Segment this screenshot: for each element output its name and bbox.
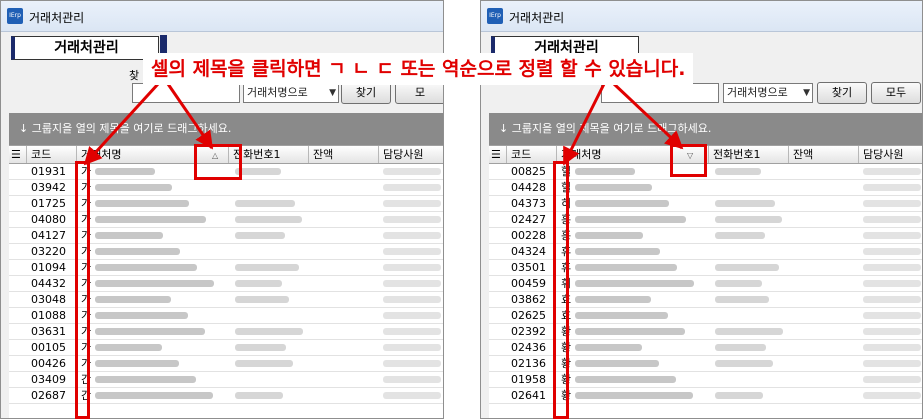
arrow-to-name-column-left (83, 82, 160, 166)
annotation-callout: 셀의 제목을 클릭하면 ㄱ ㄴ ㄷ 또는 역순으로 정렬 할 수 있습니다. (143, 53, 694, 85)
arrow-to-sort-icon-left (166, 83, 214, 150)
arrow-to-name-column-right (562, 83, 606, 166)
arrow-to-sort-icon-right (612, 82, 684, 150)
